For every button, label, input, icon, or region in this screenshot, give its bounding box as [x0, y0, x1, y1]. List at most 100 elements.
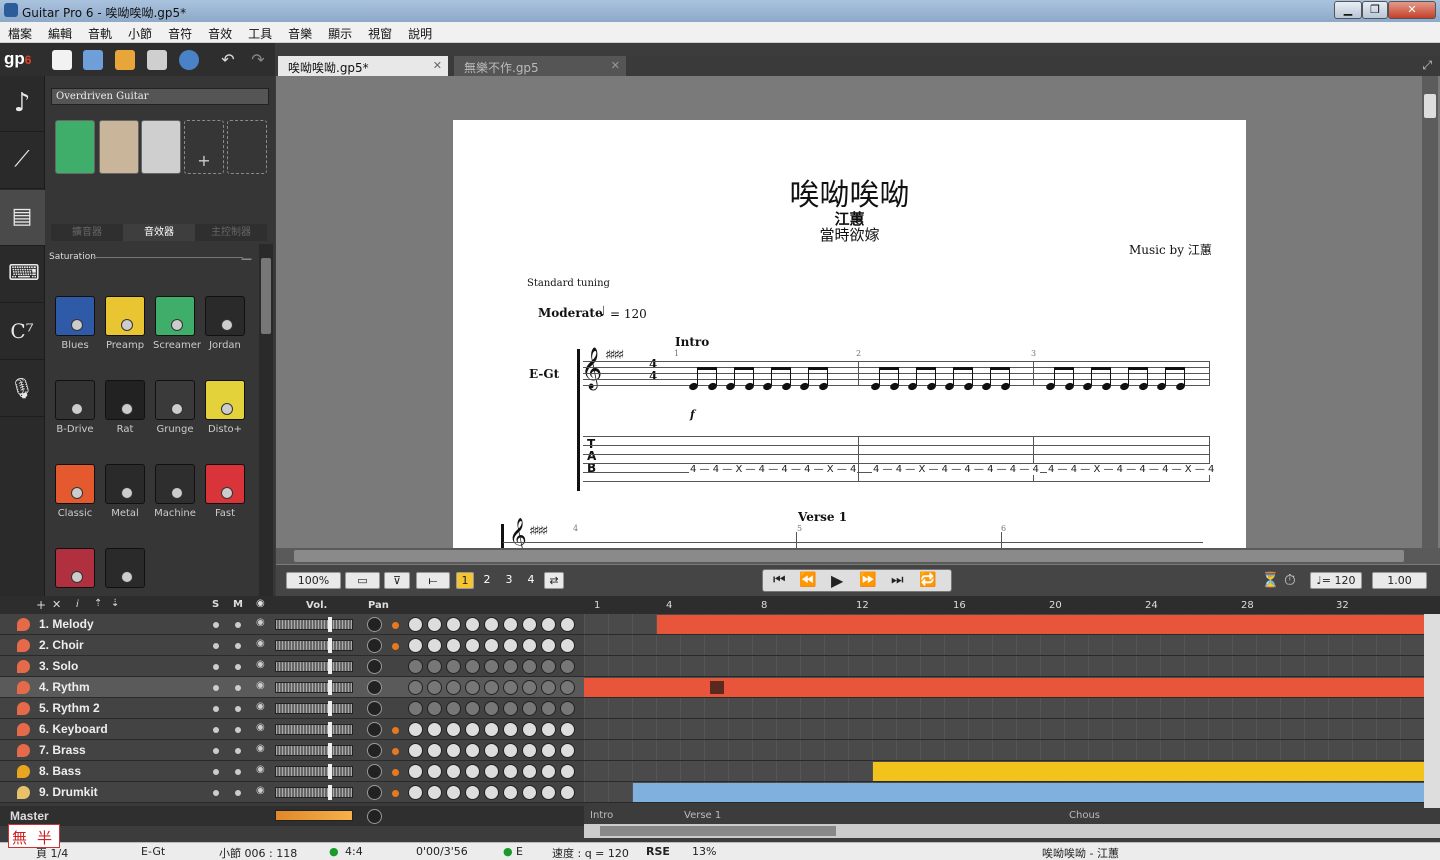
volume-slider[interactable]	[275, 680, 353, 695]
track-row[interactable]: 5. Rythm 2 ◉	[0, 698, 584, 719]
tab-amplifier[interactable]: 擴音器	[51, 224, 123, 241]
pan-knob[interactable]	[367, 680, 382, 695]
menu-sound[interactable]: 音樂	[280, 22, 320, 42]
eq-knob[interactable]	[408, 785, 423, 800]
volume-slider[interactable]	[275, 659, 353, 674]
go-to-start-icon[interactable]: ⏮	[773, 572, 786, 588]
eq-knob[interactable]	[503, 638, 518, 653]
volume-slider[interactable]	[275, 722, 353, 737]
mute-toggle[interactable]	[235, 622, 241, 628]
timeline-clip[interactable]	[633, 783, 1424, 802]
mute-toggle[interactable]	[235, 664, 241, 670]
eq-knob[interactable]	[522, 701, 537, 716]
minimize-button[interactable]: ▁	[1334, 1, 1362, 19]
track-row[interactable]: 6. Keyboard ◉	[0, 719, 584, 740]
new-file-icon[interactable]	[52, 50, 72, 70]
effects-scroll-thumb[interactable]	[261, 258, 271, 334]
pedal-extra-1[interactable]	[53, 548, 97, 588]
tempo-box[interactable]: ♩= 120	[1310, 572, 1362, 589]
eq-knob[interactable]	[465, 680, 480, 695]
eq-knob[interactable]	[541, 785, 556, 800]
eq-knob[interactable]	[427, 785, 442, 800]
timeline-marker-intro[interactable]: Intro	[590, 810, 613, 821]
track-row[interactable]: 4. Rythm ◉	[0, 677, 584, 698]
score-page[interactable]: 唉呦唉呦 江蕙 當時欲嫁 Music by 江蕙 Standard tuning…	[453, 120, 1246, 548]
loop-icon[interactable]: 🔁	[919, 572, 936, 588]
timeline-row[interactable]	[584, 677, 1424, 698]
pedal-metal[interactable]: Metal	[103, 464, 147, 519]
eq-knob[interactable]	[560, 617, 575, 632]
volume-thumb[interactable]	[328, 764, 332, 779]
volume-slider[interactable]	[275, 617, 353, 632]
timeline-clip[interactable]	[873, 762, 1424, 781]
eq-knob[interactable]	[465, 764, 480, 779]
solo-toggle[interactable]	[213, 664, 219, 670]
eq-knob[interactable]	[484, 785, 499, 800]
volume-slider[interactable]	[275, 785, 353, 800]
eq-knob[interactable]	[427, 659, 442, 674]
playback-cursor[interactable]	[710, 681, 724, 694]
timeline-row[interactable]	[584, 698, 1424, 719]
eq-knob[interactable]	[541, 701, 556, 716]
eq-knob[interactable]	[503, 743, 518, 758]
score-vertical-scrollbar[interactable]	[1422, 76, 1438, 548]
solo-toggle[interactable]	[213, 706, 219, 712]
pedal-screamer[interactable]: Screamer	[153, 296, 201, 351]
track-row[interactable]: 8. Bass ◉	[0, 761, 584, 782]
volume-thumb[interactable]	[328, 743, 332, 758]
tab-current-doc[interactable]: 唉呦唉呦.gp5* ✕	[278, 56, 448, 76]
mute-toggle[interactable]	[235, 748, 241, 754]
mute-toggle[interactable]	[235, 769, 241, 775]
eq-knob[interactable]	[446, 617, 461, 632]
multitrack-button[interactable]: ⟝	[416, 572, 450, 589]
timeline-row[interactable]	[584, 719, 1424, 740]
pedal-jordan[interactable]: Jordan	[203, 296, 247, 351]
effects-scrollbar[interactable]	[259, 244, 273, 596]
volume-slider[interactable]	[275, 764, 353, 779]
volume-thumb[interactable]	[328, 701, 332, 716]
menu-track[interactable]: 音軌	[80, 22, 120, 42]
eq-knob[interactable]	[427, 701, 442, 716]
redo-icon[interactable]: ↷	[248, 50, 268, 70]
eq-knob[interactable]	[522, 680, 537, 695]
voice-1-button[interactable]: 1	[456, 572, 474, 589]
eq-knob[interactable]	[541, 617, 556, 632]
eq-knob[interactable]	[465, 638, 480, 653]
pan-knob[interactable]	[367, 638, 382, 653]
close-button[interactable]: ✕	[1388, 1, 1436, 19]
eq-knob[interactable]	[408, 680, 423, 695]
menu-window[interactable]: 視窗	[360, 22, 400, 42]
eq-knob[interactable]	[560, 722, 575, 737]
eq-knob[interactable]	[465, 617, 480, 632]
eq-knob[interactable]	[560, 785, 575, 800]
eq-knob[interactable]	[503, 785, 518, 800]
eq-knob[interactable]	[522, 764, 537, 779]
score-view[interactable]: 唉呦唉呦 江蕙 當時欲嫁 Music by 江蕙 Standard tuning…	[276, 76, 1440, 565]
speed-box[interactable]: 1.00	[1372, 572, 1427, 589]
voice-2-button[interactable]: 2	[478, 572, 496, 589]
visibility-icon[interactable]: ◉	[256, 785, 265, 796]
timeline-clip[interactable]	[657, 615, 1424, 634]
eq-knob[interactable]	[446, 680, 461, 695]
menu-effects[interactable]: 音效	[200, 22, 240, 42]
mute-toggle[interactable]	[235, 685, 241, 691]
close-tab-icon[interactable]: ✕	[433, 59, 442, 72]
info-icon[interactable]	[179, 50, 199, 70]
voice-4-button[interactable]: 4	[522, 572, 540, 589]
eq-knob[interactable]	[465, 743, 480, 758]
mute-toggle[interactable]	[235, 727, 241, 733]
score-scroll-thumb[interactable]	[1424, 94, 1436, 118]
timeline-row[interactable]	[584, 635, 1424, 656]
move-track-up-icon[interactable]: ⇡	[94, 598, 102, 609]
pan-knob[interactable]	[367, 785, 382, 800]
eq-knob[interactable]	[465, 722, 480, 737]
eq-knob[interactable]	[427, 743, 442, 758]
timeline-row[interactable]	[584, 656, 1424, 677]
pan-knob[interactable]	[367, 722, 382, 737]
eq-knob[interactable]	[408, 701, 423, 716]
pedal-b-drive[interactable]: B-Drive	[53, 380, 97, 435]
timeline-row[interactable]	[584, 782, 1424, 803]
instrument-icon[interactable]	[17, 723, 30, 736]
pan-knob[interactable]	[367, 659, 382, 674]
master-pan-knob[interactable]	[367, 809, 382, 824]
